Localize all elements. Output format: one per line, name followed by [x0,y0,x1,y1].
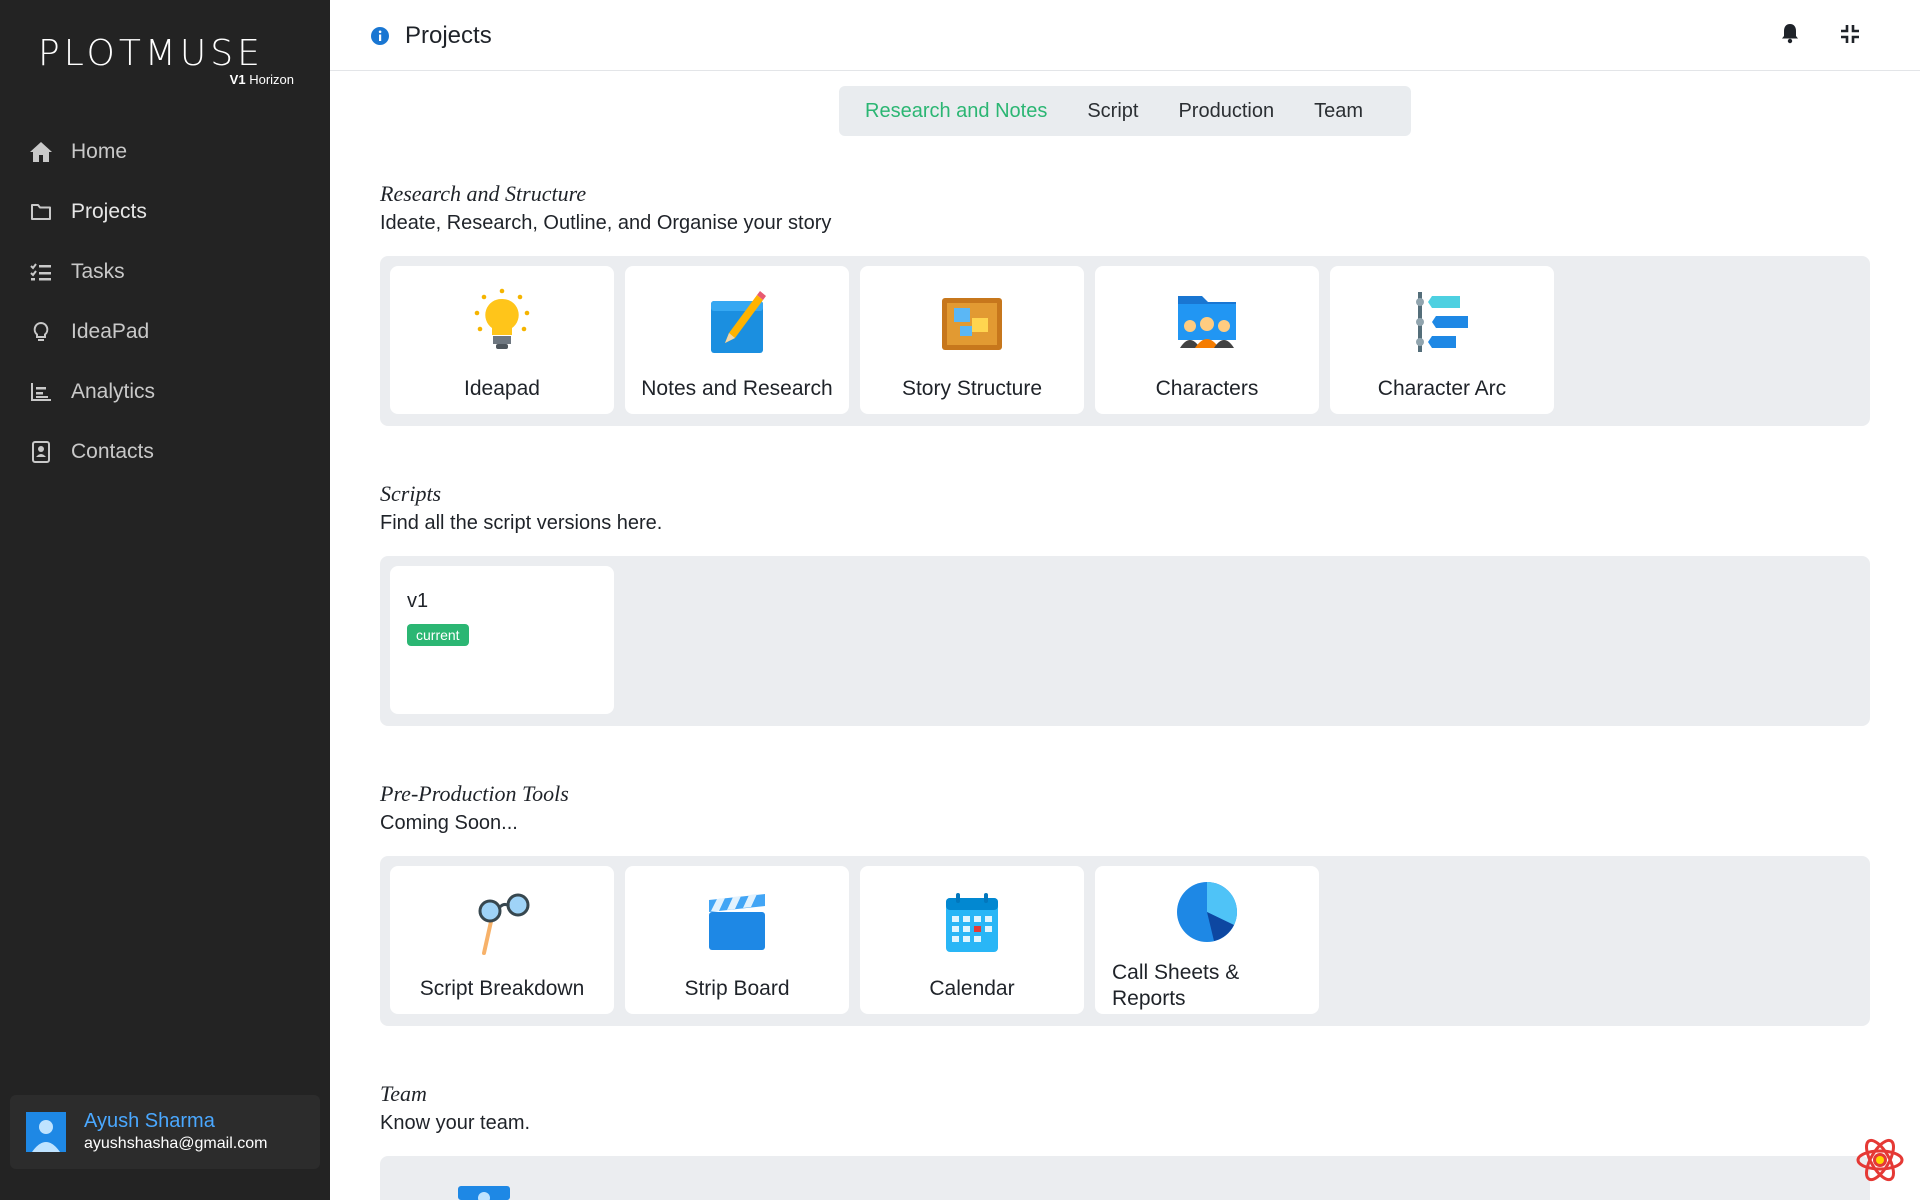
sidebar-item-label: Contacts [71,440,154,463]
card-strip-board[interactable]: Strip Board [625,866,849,1014]
card-notes-and-research[interactable]: Notes and Research [625,266,849,414]
project-tabs: Research and Notes Script Production Tea… [839,86,1411,136]
section-desc-scripts: Find all the script versions here. [380,512,663,534]
sidebar-item-analytics[interactable]: Analytics [0,362,330,422]
card-label: Notes and Research [641,377,833,400]
contacts-icon [29,440,53,464]
scripts-panel: v1 current [380,556,1870,726]
logo-version: V1 Horizon [38,72,294,87]
user-info: Ayush Sharma ayushshasha@gmail.com [84,1109,267,1155]
logo-version-number: V1 [229,72,246,87]
clapperboard-icon [625,890,849,954]
folder-icon [29,200,53,224]
tab-production[interactable]: Production [1178,100,1274,123]
card-script-breakdown[interactable]: Script Breakdown [390,866,614,1014]
sidebar-item-label: Analytics [71,380,156,403]
card-characters[interactable]: Characters [1095,266,1319,414]
script-version-card[interactable]: v1 current [390,566,614,714]
home-icon [29,140,53,164]
card-label: Strip Board [684,977,790,1000]
sidebar: PLOTMUSE V1 Horizon Home Projects Tasks [0,0,330,1200]
checklist-icon [29,260,53,284]
user-email: ayushshasha@gmail.com [84,1135,268,1152]
notepad-pencil-icon [625,290,849,354]
sidebar-item-label: Home [71,140,128,163]
corkboard-icon [860,290,1084,354]
app-logo[interactable]: PLOTMUSE V1 Horizon [38,33,294,88]
section-desc-research: Ideate, Research, Outline, and Organise … [380,212,832,234]
sidebar-item-label: Tasks [71,260,125,283]
card-label: Characters [1155,377,1259,400]
sidebar-item-tasks[interactable]: Tasks [0,242,330,302]
sidebar-nav: Home Projects Tasks IdeaPad Analytics Co… [0,122,330,482]
user-name: Ayush Sharma [84,1110,215,1132]
card-story-structure[interactable]: Story Structure [860,266,1084,414]
card-label: Script Breakdown [419,977,585,1000]
script-version-name: v1 [407,590,429,612]
team-panel [380,1156,1870,1200]
arc-timeline-icon [1330,290,1554,354]
card-character-arc[interactable]: Character Arc [1330,266,1554,414]
sidebar-item-home[interactable]: Home [0,122,330,182]
lightbulb-icon [29,320,53,344]
sidebar-item-contacts[interactable]: Contacts [0,422,330,482]
bell-icon[interactable] [1780,22,1800,49]
preproduction-tools-panel: Script Breakdown Strip Board Calendar Ca… [380,856,1870,1026]
lightbulb-icon [390,288,614,354]
calendar-icon [860,890,1084,954]
people-icon [1095,290,1319,354]
eyeglasses-icon [390,890,614,955]
card-label: Calendar [929,977,1015,1000]
sidebar-item-ideapad[interactable]: IdeaPad [0,302,330,362]
section-title-research: Research and Structure [380,181,587,206]
tab-research-and-notes[interactable]: Research and Notes [865,100,1047,123]
card-call-sheets-and-reports[interactable]: Call Sheets & Reports [1095,866,1319,1014]
card-label: Character Arc [1377,377,1507,400]
card-ideapad[interactable]: Ideapad [390,266,614,414]
logo-text: PLOTMUSE [38,33,264,74]
card-calendar[interactable]: Calendar [860,866,1084,1014]
tab-team[interactable]: Team [1314,100,1363,123]
pie-chart-icon [1095,880,1319,944]
section-title-scripts: Scripts [380,481,442,506]
top-bar: Projects [330,0,1920,71]
sidebar-item-label: Projects [71,200,147,223]
status-badge: current [407,624,469,646]
card-label: Story Structure [901,377,1043,400]
info-icon[interactable] [370,26,390,51]
page-title: Projects [405,22,492,49]
avatar [26,1112,66,1152]
chart-icon [29,380,53,404]
sidebar-item-projects[interactable]: Projects [0,182,330,242]
user-profile-card[interactable]: Ayush Sharma ayushshasha@gmail.com [10,1095,320,1169]
section-title-preproduction: Pre-Production Tools [380,781,569,806]
logo-edition: Horizon [249,72,294,87]
tab-script[interactable]: Script [1087,100,1138,123]
sidebar-item-label: IdeaPad [71,320,150,343]
collapse-icon[interactable] [1840,24,1860,49]
research-tools-panel: Ideapad Notes and Research Story Structu… [380,256,1870,426]
card-label: Ideapad [464,377,540,400]
card-label: Call Sheets & Reports [1112,961,1240,1010]
section-desc-team: Know your team. [380,1112,531,1134]
section-desc-preproduction: Coming Soon... [380,812,518,834]
react-devtools-icon[interactable] [1854,1134,1906,1191]
team-member-avatar[interactable] [458,1186,510,1200]
section-title-team: Team [380,1081,427,1106]
